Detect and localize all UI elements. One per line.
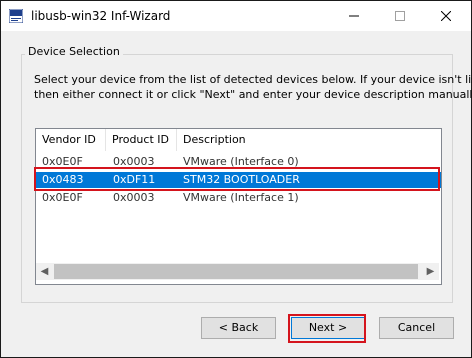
back-button[interactable]: < Back	[201, 317, 276, 339]
window-title: libusb-win32 Inf-Wizard	[31, 9, 171, 23]
close-icon	[440, 10, 452, 22]
description-cell: VMware (Interface 1)	[183, 191, 299, 204]
column-header-product-id[interactable]: Product ID	[106, 129, 177, 151]
title-bar[interactable]: libusb-win32 Inf-Wizard	[1, 1, 471, 31]
minimize-button[interactable]	[331, 1, 377, 31]
list-header: Vendor ID Product ID Description	[36, 129, 441, 151]
instructions-text: Select your device from the list of dete…	[34, 72, 472, 102]
horizontal-scrollbar[interactable]: ◀ ▶	[36, 263, 439, 280]
column-header-description[interactable]: Description	[177, 129, 441, 151]
instructions-line-2: then either connect it or click "Next" a…	[34, 88, 472, 101]
selected-row-highlight	[34, 167, 440, 191]
device-list[interactable]: Vendor ID Product ID Description 0x0E0F …	[35, 128, 442, 285]
close-button[interactable]	[423, 1, 469, 31]
instructions-line-1: Select your device from the list of dete…	[34, 73, 472, 86]
device-row[interactable]: 0x0E0F 0x0003 VMware (Interface 1)	[36, 190, 441, 206]
vendor-id-cell: 0x0E0F	[42, 191, 83, 204]
group-label: Device Selection	[25, 45, 123, 58]
cancel-button[interactable]: Cancel	[379, 317, 454, 339]
next-button-highlight	[288, 314, 366, 343]
maximize-button[interactable]	[377, 1, 423, 31]
scrollbar-thumb[interactable]	[54, 264, 418, 279]
product-id-cell: 0x0003	[113, 191, 155, 204]
minimize-icon	[349, 15, 359, 17]
wizard-window: libusb-win32 Inf-Wizard Device Selection…	[0, 0, 472, 358]
inf-wizard-icon	[9, 9, 23, 23]
scroll-left-icon[interactable]: ◀	[36, 263, 53, 280]
maximize-icon	[395, 11, 405, 21]
scroll-right-icon[interactable]: ▶	[422, 263, 439, 280]
column-header-vendor-id[interactable]: Vendor ID	[36, 129, 106, 151]
